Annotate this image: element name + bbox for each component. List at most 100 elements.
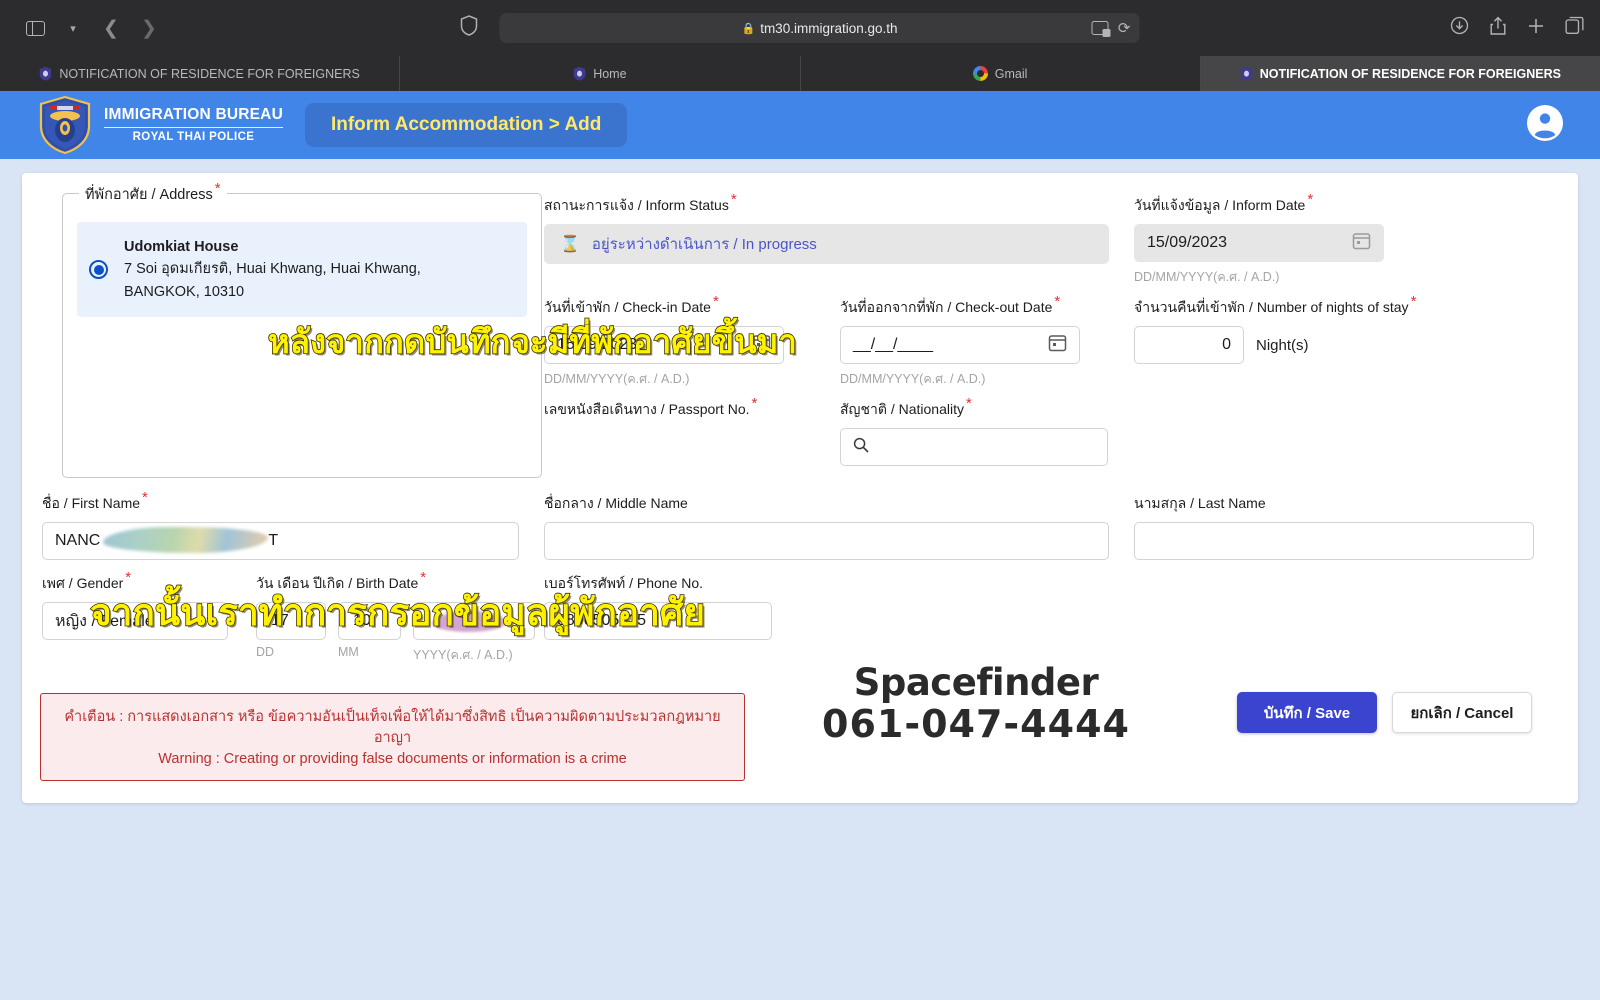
last-name-label: นามสกุล / Last Name: [1134, 495, 1266, 511]
phone-no-value: 0890505525: [557, 612, 646, 629]
first-name-value-prefix: NANC: [55, 532, 101, 549]
nights-value: 0: [1222, 336, 1231, 353]
first-name-field: ชื่อ / First Name * NANC T: [42, 490, 519, 560]
address-text: Udomkiat House 7 Soi อุดมเกียรติ, Huai K…: [124, 236, 421, 303]
address-option-row[interactable]: Udomkiat House 7 Soi อุดมเกียรติ, Huai K…: [77, 222, 527, 318]
watermark-brand: Spacefinder: [853, 661, 1099, 704]
tab-label: NOTIFICATION OF RESIDENCE FOR FOREIGNERS: [59, 66, 360, 81]
share-icon[interactable]: [1489, 16, 1507, 41]
browser-toolbar: ▾ ❮ ❯ 🔒 tm30.immigration.go.th ⟳: [0, 0, 1600, 56]
birth-day-input[interactable]: 17: [256, 602, 326, 640]
birth-year-input[interactable]: [413, 602, 535, 640]
inform-date-label: วันที่แจ้งข้อมูล / Inform Date *: [1134, 192, 1384, 217]
tab-label: Gmail: [994, 66, 1028, 81]
nights-label-text: จำนวนคืนที่เข้าพัก / Number of nights of…: [1134, 299, 1409, 315]
nationality-label-text: สัญชาติ / Nationality: [840, 401, 964, 417]
checkout-date-value: __/__/____: [853, 336, 934, 353]
passport-no-label: เลขหนังสือเดินทาง / Passport No. *: [544, 396, 794, 421]
browser-tab-3[interactable]: NOTIFICATION OF RESIDENCE FOR FOREIGNERS: [1200, 56, 1600, 91]
address-legend: ที่พักอาศัย / Address *: [79, 181, 227, 206]
required-asterisk: *: [965, 395, 972, 413]
required-asterisk: *: [1054, 293, 1061, 311]
inform-date-label-text: วันที่แจ้งข้อมูล / Inform Date: [1134, 197, 1306, 213]
address-line-1: 7 Soi อุดมเกียรติ, Huai Khwang, Huai Khw…: [124, 261, 421, 278]
middle-name-input[interactable]: [544, 522, 1109, 560]
download-icon[interactable]: [1450, 16, 1469, 40]
reload-icon[interactable]: ⟳: [1118, 19, 1131, 37]
logo-text: IMMIGRATION BUREAU ROYAL THAI POLICE: [104, 106, 283, 143]
gender-select[interactable]: หญิง / Female ▼: [42, 602, 228, 640]
birth-date-field: วัน เดือน ปีเกิด / Birth Date * 17 10 DD …: [256, 570, 536, 665]
middle-name-field: ชื่อกลาง / Middle Name: [544, 493, 1109, 560]
plus-icon[interactable]: [1527, 17, 1545, 40]
checkin-date-label: วันที่เข้าพัก / Check-in Date *: [544, 294, 784, 319]
checkin-date-hint: DD/MM/YYYY(ค.ศ. / A.D.): [544, 372, 690, 386]
save-button[interactable]: บันทึก / Save: [1237, 692, 1377, 733]
page-body: ที่พักอาศัย / Address * Udomkiat House 7 …: [0, 159, 1600, 1000]
sidebar-dropdown-icon[interactable]: ▾: [56, 13, 90, 43]
privacy-shield-icon[interactable]: [460, 15, 478, 41]
immigration-shield-favicon: [573, 66, 586, 81]
calendar-icon[interactable]: [1048, 333, 1067, 357]
birth-year-hint: YYYY(ค.ศ. / A.D.): [413, 648, 513, 662]
required-asterisk: *: [1410, 293, 1417, 311]
address-name: Udomkiat House: [124, 239, 239, 255]
calendar-icon[interactable]: [1352, 231, 1371, 255]
first-name-label: ชื่อ / First Name *: [42, 490, 519, 515]
app-header: IMMIGRATION BUREAU ROYAL THAI POLICE Inf…: [0, 91, 1600, 159]
gender-field: เพศ / Gender * หญิง / Female ▼: [42, 570, 228, 640]
last-name-input[interactable]: [1134, 522, 1534, 560]
browser-tab-2[interactable]: Gmail: [801, 56, 1201, 91]
sidebar-toggle-icon[interactable]: [18, 13, 52, 43]
back-chevron-icon[interactable]: ❮: [94, 13, 128, 43]
translate-icon[interactable]: [1091, 21, 1111, 37]
birth-month-hint: MM: [338, 645, 359, 659]
address-bar[interactable]: 🔒 tm30.immigration.go.th ⟳: [499, 13, 1140, 43]
browser-tab-1[interactable]: Home: [400, 56, 801, 91]
inform-status-label-text: สถานะการแจ้ง / Inform Status: [544, 197, 729, 213]
nationality-field: สัญชาติ / Nationality *: [840, 396, 1108, 466]
checkin-date-input[interactable]: 15/09/2023: [544, 326, 784, 364]
phone-no-input[interactable]: 0890505525: [544, 602, 772, 640]
tab-overview-icon[interactable]: [1565, 16, 1584, 40]
required-asterisk: *: [712, 293, 719, 311]
nights-label: จำนวนคืนที่เข้าพัก / Number of nights of…: [1134, 294, 1464, 319]
inform-date-input[interactable]: 15/09/2023: [1134, 224, 1384, 262]
watermark-phone: 061-047-4444: [822, 702, 1130, 746]
nights-field: จำนวนคืนที่เข้าพัก / Number of nights of…: [1134, 294, 1464, 364]
chevron-down-icon[interactable]: ▼: [204, 615, 215, 627]
birth-month-value: 10: [353, 612, 371, 629]
address-radio-selected-icon[interactable]: [89, 260, 108, 280]
last-name-field: นามสกุล / Last Name: [1134, 493, 1534, 560]
nationality-input[interactable]: [840, 428, 1108, 466]
checkout-date-input[interactable]: __/__/____: [840, 326, 1080, 364]
browser-tab-0[interactable]: NOTIFICATION OF RESIDENCE FOR FOREIGNERS: [0, 56, 401, 91]
first-name-label-text: ชื่อ / First Name: [42, 495, 141, 511]
spacefinder-watermark: Spacefinder 061-047-4444: [822, 661, 1130, 746]
gender-value: หญิง / Female: [55, 612, 154, 630]
birth-month-input[interactable]: 10: [338, 602, 401, 640]
required-asterisk: *: [1307, 191, 1314, 209]
logo-divider: [104, 126, 283, 128]
address-fieldset: ที่พักอาศัย / Address * Udomkiat House 7 …: [62, 181, 542, 478]
logo-line-1: IMMIGRATION BUREAU: [104, 106, 283, 124]
cancel-button[interactable]: ยกเลิก / Cancel: [1392, 692, 1532, 733]
phone-no-field: เบอร์โทรศัพท์ / Phone No. 0890505525: [544, 573, 772, 640]
account-circle-icon[interactable]: [1526, 104, 1564, 147]
middle-name-label: ชื่อกลาง / Middle Name: [544, 495, 688, 511]
immigration-shield-favicon: [40, 66, 52, 81]
first-name-input[interactable]: NANC T: [42, 522, 519, 560]
phone-no-label: เบอร์โทรศัพท์ / Phone No.: [544, 575, 704, 591]
checkin-date-value: 15/09/2023: [557, 336, 638, 353]
inform-date-field: วันที่แจ้งข้อมูล / Inform Date * 15/09/20…: [1134, 192, 1384, 287]
tab-label: Home: [593, 66, 627, 81]
gender-label-text: เพศ / Gender: [42, 575, 124, 591]
inform-status-field: สถานะการแจ้ง / Inform Status * ⌛ อยู่ระหว…: [544, 192, 1109, 264]
calendar-icon[interactable]: [752, 333, 771, 357]
nights-input[interactable]: 0: [1134, 326, 1244, 364]
warning-thai-text: คำเตือน : การแสดงเอกสาร หรือ ข้อความอันเ…: [64, 709, 721, 747]
forward-chevron-icon[interactable]: ❯: [132, 13, 166, 43]
birth-date-label-text: วัน เดือน ปีเกิด / Birth Date: [256, 575, 419, 591]
birth-day-value: 17: [271, 612, 289, 629]
search-icon: [853, 437, 869, 458]
